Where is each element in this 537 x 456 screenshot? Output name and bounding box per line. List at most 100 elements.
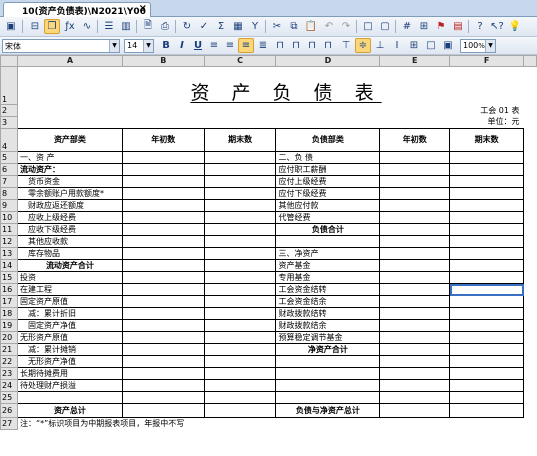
liability-item-cell[interactable]: 工会资金结余 xyxy=(275,295,381,308)
header-cell[interactable]: 资产部类 xyxy=(16,128,123,152)
asset-begin-cell[interactable] xyxy=(121,391,205,404)
recalc-icon[interactable]: ↻ xyxy=(179,19,195,34)
asset-end-cell[interactable] xyxy=(203,355,277,368)
row-header[interactable]: 12 xyxy=(0,235,18,248)
asset-item-cell[interactable]: 库存物品 xyxy=(16,247,123,260)
asset-end-cell[interactable] xyxy=(203,403,277,418)
row-header[interactable]: 13 xyxy=(0,247,18,260)
asset-end-cell[interactable] xyxy=(203,367,277,380)
merge-rows-icon[interactable]: ⊓ xyxy=(304,38,320,53)
row-header[interactable]: 9 xyxy=(0,199,18,212)
row-header[interactable]: 10 xyxy=(0,211,18,224)
asset-item-cell[interactable]: 固定资产原值 xyxy=(16,295,123,308)
calculator-icon[interactable]: ▦ xyxy=(230,19,246,34)
asset-item-cell[interactable]: 流动资产合计 xyxy=(16,259,123,272)
asset-end-cell[interactable] xyxy=(203,187,277,200)
asset-begin-cell[interactable] xyxy=(121,271,205,284)
liability-end-cell[interactable] xyxy=(449,235,524,248)
asset-begin-cell[interactable] xyxy=(121,307,205,320)
liability-item-cell[interactable]: 负债与净资产总计 xyxy=(275,403,381,418)
asset-item-cell[interactable]: 资产总计 xyxy=(16,403,123,418)
asset-item-cell[interactable]: 货币资金 xyxy=(16,175,123,188)
asset-item-cell[interactable]: 投资 xyxy=(16,271,123,284)
row-header[interactable]: 20 xyxy=(0,331,18,344)
redo-icon[interactable]: ↷ xyxy=(338,19,354,34)
asset-end-cell[interactable] xyxy=(203,247,277,260)
align-middle-icon[interactable]: ≑ xyxy=(355,38,371,53)
asset-begin-cell[interactable] xyxy=(121,199,205,212)
asset-item-cell[interactable]: 零余额账户用款额度* xyxy=(16,187,123,200)
insert-column-icon[interactable]: ▥ xyxy=(118,19,134,34)
asset-begin-cell[interactable] xyxy=(121,151,205,164)
table-icon[interactable]: ⊞ xyxy=(416,19,432,34)
liability-item-cell[interactable]: 代管经费 xyxy=(275,211,381,224)
sum-icon[interactable]: Σ xyxy=(213,19,229,34)
liability-begin-cell[interactable] xyxy=(379,379,451,392)
row-header[interactable]: 7 xyxy=(0,175,18,188)
row-header[interactable]: 23 xyxy=(0,367,18,380)
asset-begin-cell[interactable] xyxy=(121,223,205,236)
asset-end-cell[interactable] xyxy=(203,175,277,188)
liability-end-cell[interactable] xyxy=(449,319,524,332)
paste-icon[interactable]: 📋 xyxy=(303,19,319,34)
liability-end-cell[interactable] xyxy=(449,271,524,284)
asset-item-cell[interactable]: 其他应收款 xyxy=(16,235,123,248)
border-all-icon[interactable]: ⊞ xyxy=(406,38,422,53)
asset-begin-cell[interactable] xyxy=(121,211,205,224)
undo-icon[interactable]: ↶ xyxy=(321,19,337,34)
asset-item-cell[interactable]: 应收上级经费 xyxy=(16,211,123,224)
asset-begin-cell[interactable] xyxy=(121,295,205,308)
zoom-select[interactable]: 100% ▼ xyxy=(460,39,496,53)
liability-end-cell[interactable] xyxy=(449,367,524,380)
flag-icon[interactable]: ⚑ xyxy=(433,19,449,34)
header-cell[interactable]: 负债部类 xyxy=(275,128,381,152)
row-header[interactable]: 15 xyxy=(0,271,18,284)
row-header[interactable]: 25 xyxy=(0,391,18,404)
liability-item-cell[interactable]: 应付下级经费 xyxy=(275,187,381,200)
header-cell[interactable]: 年初数 xyxy=(121,128,205,152)
row-header[interactable]: 18 xyxy=(0,307,18,320)
link-icon[interactable]: ∿ xyxy=(79,19,95,34)
column-header-a[interactable]: A xyxy=(16,55,123,67)
asset-begin-cell[interactable] xyxy=(121,343,205,356)
liability-begin-cell[interactable] xyxy=(379,319,451,332)
cut-icon[interactable]: ✂ xyxy=(269,19,285,34)
grid-icon[interactable]: # xyxy=(399,19,415,34)
liability-begin-cell[interactable] xyxy=(379,355,451,368)
asset-begin-cell[interactable] xyxy=(121,379,205,392)
asset-end-cell[interactable] xyxy=(203,331,277,344)
asset-item-cell[interactable]: 长期待摊费用 xyxy=(16,367,123,380)
liability-begin-cell[interactable] xyxy=(379,367,451,380)
liability-item-cell[interactable]: 工会资金结转 xyxy=(275,283,381,296)
liability-begin-cell[interactable] xyxy=(379,247,451,260)
liability-item-cell[interactable] xyxy=(275,367,381,380)
liability-end-cell[interactable] xyxy=(449,331,524,344)
asset-item-cell[interactable]: 应收下级经费 xyxy=(16,223,123,236)
justify-icon[interactable]: ≣ xyxy=(255,38,271,53)
liability-item-cell[interactable] xyxy=(275,235,381,248)
liability-item-cell[interactable]: 应付职工薪酬 xyxy=(275,163,381,176)
help-icon[interactable]: ? xyxy=(472,19,488,34)
column-header-e[interactable]: E xyxy=(379,55,451,67)
asset-begin-cell[interactable] xyxy=(121,259,205,272)
row-header[interactable]: 17 xyxy=(0,295,18,308)
liability-begin-cell[interactable] xyxy=(379,343,451,356)
align-bottom-icon[interactable]: ⊥ xyxy=(372,38,388,53)
row-header[interactable]: 2 xyxy=(0,104,18,117)
italic-icon[interactable]: I xyxy=(174,38,190,53)
row-header[interactable]: 21 xyxy=(0,343,18,356)
liability-end-cell[interactable] xyxy=(449,379,524,392)
liability-end-cell[interactable] xyxy=(449,223,524,236)
pdf-icon[interactable]: ▤ xyxy=(450,19,466,34)
insert-row-icon[interactable]: ☰ xyxy=(101,19,117,34)
merge-cells-icon[interactable]: ⊓ xyxy=(288,38,304,53)
asset-end-cell[interactable] xyxy=(203,151,277,164)
liability-end-cell[interactable] xyxy=(449,187,524,200)
liability-begin-cell[interactable] xyxy=(379,187,451,200)
asset-end-cell[interactable] xyxy=(203,391,277,404)
row-header[interactable]: 4 xyxy=(0,128,18,152)
liability-item-cell[interactable] xyxy=(275,391,381,404)
asset-end-cell[interactable] xyxy=(203,379,277,392)
liability-item-cell[interactable]: 预算稳定调节基金 xyxy=(275,331,381,344)
asset-item-cell[interactable]: 减：累计折旧 xyxy=(16,307,123,320)
